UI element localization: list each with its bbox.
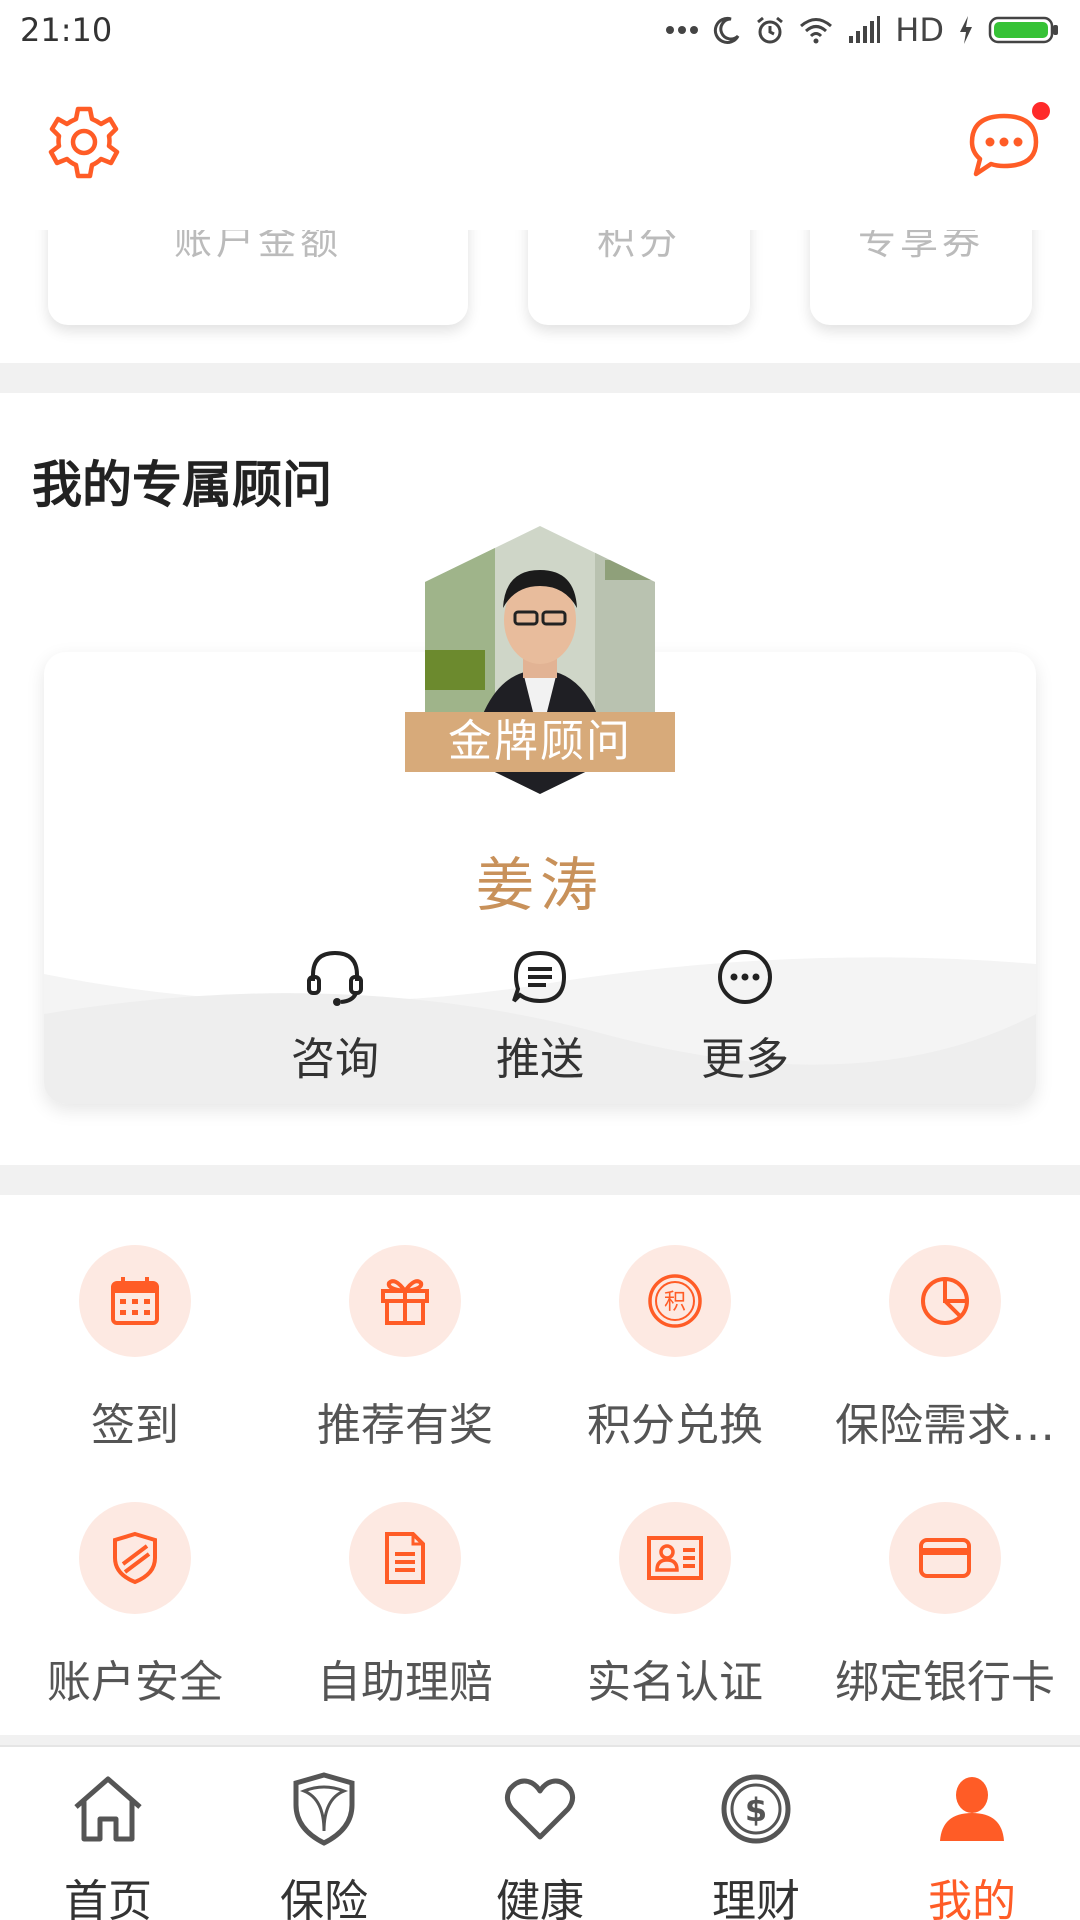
nav-item-health[interactable]: 健康 [432, 1747, 648, 1920]
network-type: HD [895, 11, 944, 49]
settings-button[interactable] [44, 104, 124, 184]
nav-label-finance: 理财 [712, 1876, 800, 1920]
headset-icon [307, 950, 363, 1006]
grid-item-bind-card[interactable]: 绑定银行卡 [810, 1502, 1080, 1710]
dollar-coin-icon: $ [721, 1774, 791, 1844]
coupon-card[interactable]: 专享券 [810, 230, 1032, 325]
bank-card-icon [919, 1538, 971, 1578]
wifi-icon [800, 18, 833, 44]
chat-icon [969, 113, 1039, 177]
grid-item-real-name[interactable]: 实名认证 [540, 1502, 810, 1710]
unread-dot [1032, 102, 1050, 120]
advisor-section-title: 我的专属顾问 [32, 456, 332, 514]
grid-item-referral[interactable]: 推荐有奖 [270, 1245, 540, 1453]
push-label: 推送 [496, 1034, 584, 1085]
push-button[interactable]: 推送 [470, 945, 610, 1087]
account-security-label: 账户安全 [47, 1657, 223, 1708]
grid-item-self-claim[interactable]: 自助理赔 [270, 1502, 540, 1710]
points-exchange-label: 积分兑换 [587, 1400, 763, 1451]
bottom-nav: 首页 保险 健康 $ 理财 我的 [0, 1745, 1080, 1920]
signal-icon [849, 16, 881, 43]
nav-item-mine[interactable]: 我的 [864, 1747, 1080, 1920]
points-icon: 积 [648, 1274, 702, 1328]
referral-label: 推荐有奖 [317, 1400, 493, 1451]
nav-label-health: 健康 [496, 1876, 584, 1920]
user-icon [940, 1777, 1004, 1841]
nav-label-insurance: 保险 [280, 1876, 368, 1920]
feature-grid: 签到 推荐有奖 积 积分兑换 保险需求… 账户安全 自助理赔 实名认证 绑定银行… [0, 1190, 1080, 1710]
insurance-needs-label: 保险需求… [835, 1400, 1055, 1451]
more-label: 更多 [701, 1034, 789, 1085]
grid-item-insurance-needs[interactable]: 保险需求… [810, 1245, 1080, 1453]
shield-icon [113, 1531, 157, 1585]
heart-icon [504, 1778, 576, 1840]
nav-label-mine: 我的 [928, 1876, 1016, 1920]
more-icon [718, 950, 772, 1004]
account-cards: 账户金额 积分 专享券 [0, 230, 1080, 360]
consult-label: 咨询 [291, 1034, 379, 1085]
nav-item-home[interactable]: 首页 [0, 1747, 216, 1920]
pie-chart-icon [921, 1277, 969, 1325]
header [0, 60, 1080, 230]
nav-item-finance[interactable]: $ 理财 [648, 1747, 864, 1920]
points-card[interactable]: 积分 [528, 230, 750, 325]
points-label: 积分 [596, 230, 681, 263]
status-icons: HD [665, 11, 1060, 49]
shield-icon [293, 1772, 355, 1846]
nav-label-home: 首页 [64, 1876, 152, 1920]
balance-label: 账户金额 [173, 230, 342, 263]
gift-icon [381, 1279, 429, 1325]
real-name-label: 实名认证 [587, 1657, 763, 1708]
message-button[interactable] [964, 102, 1050, 184]
more-dots-icon [666, 26, 699, 34]
id-card-icon [647, 1536, 703, 1580]
home-icon [74, 1776, 142, 1842]
more-button[interactable]: 更多 [675, 945, 815, 1087]
coupon-label: 专享券 [857, 230, 984, 263]
balance-card[interactable]: 账户金额 [48, 230, 468, 325]
document-icon [385, 1532, 425, 1584]
chat-bubble-icon [512, 950, 567, 1004]
alarm-icon [757, 16, 784, 44]
grid-item-points-exchange[interactable]: 积 积分兑换 [540, 1245, 810, 1453]
grid-item-account-security[interactable]: 账户安全 [0, 1502, 270, 1710]
calendar-icon [111, 1277, 159, 1325]
nav-item-insurance[interactable]: 保险 [216, 1747, 432, 1920]
status-bar: 21:10 HD [0, 0, 1080, 60]
consult-button[interactable]: 咨询 [265, 945, 405, 1087]
charging-icon [960, 16, 972, 44]
advisor-actions: 咨询 推送 更多 [0, 945, 1080, 1085]
svg-text:$: $ [745, 1791, 767, 1829]
advisor-badge: 金牌顾问 [405, 712, 675, 772]
battery-icon [988, 16, 1058, 44]
sign-in-label: 签到 [91, 1400, 179, 1451]
section-divider [0, 363, 1080, 393]
moon-icon [714, 16, 740, 44]
points-icon-text: 积 [664, 1290, 686, 1315]
bind-card-label: 绑定银行卡 [835, 1657, 1055, 1708]
section-divider [0, 1735, 1080, 1745]
self-claim-label: 自助理赔 [317, 1657, 493, 1708]
status-time: 21:10 [20, 11, 113, 49]
advisor-name: 姜涛 [475, 851, 604, 919]
gear-icon [48, 106, 120, 179]
grid-item-sign-in[interactable]: 签到 [0, 1245, 270, 1453]
